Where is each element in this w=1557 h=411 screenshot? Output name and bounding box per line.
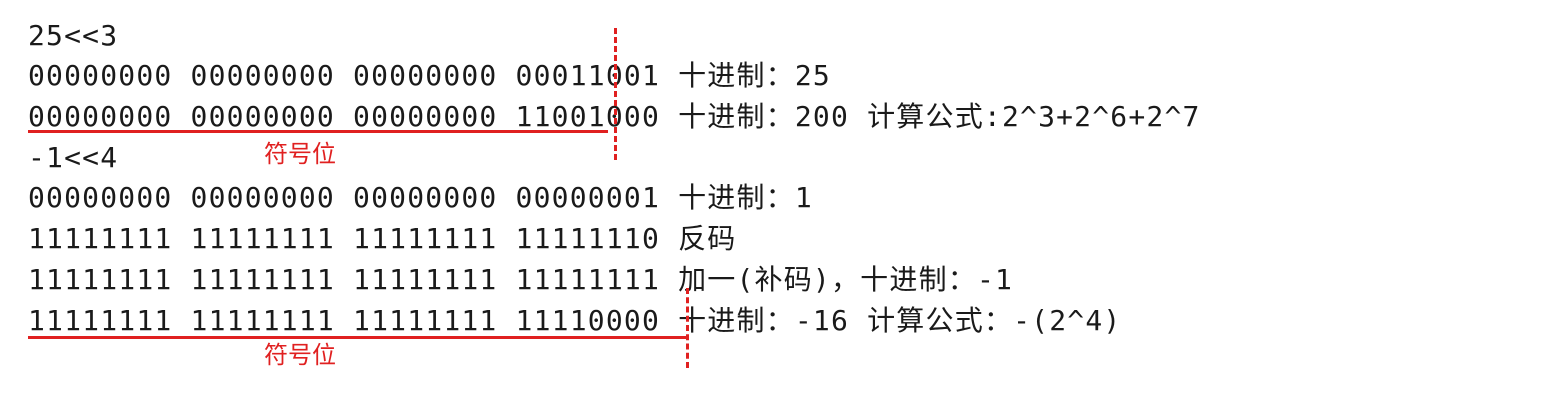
sign-bit-underline-1 [28, 130, 608, 133]
document-body: 25<<3 00000000 00000000 00000000 0001100… [0, 0, 1557, 411]
text-line-5: 00000000 00000000 00000000 00000001 十进制：… [28, 181, 813, 214]
text-line-2: 00000000 00000000 00000000 00011001 十进制：… [28, 59, 831, 92]
sign-bit-label-2: 符号位 [264, 341, 336, 369]
text-line-7: 11111111 11111111 11111111 11111111 加一(补… [28, 263, 1014, 296]
text-line-8: 11111111 11111111 11111111 11110000 十进制：… [28, 304, 1122, 337]
text-line-4: -1<<4 [28, 141, 119, 174]
sign-bit-underline-2 [28, 336, 686, 339]
sign-bit-divider-2 [686, 288, 689, 368]
text-line-6: 11111111 11111111 11111111 11111110 反码 [28, 222, 737, 255]
text-line-1: 25<<3 [28, 19, 119, 52]
sign-bit-label-1: 符号位 [264, 140, 336, 168]
sign-bit-divider-1 [614, 28, 617, 160]
